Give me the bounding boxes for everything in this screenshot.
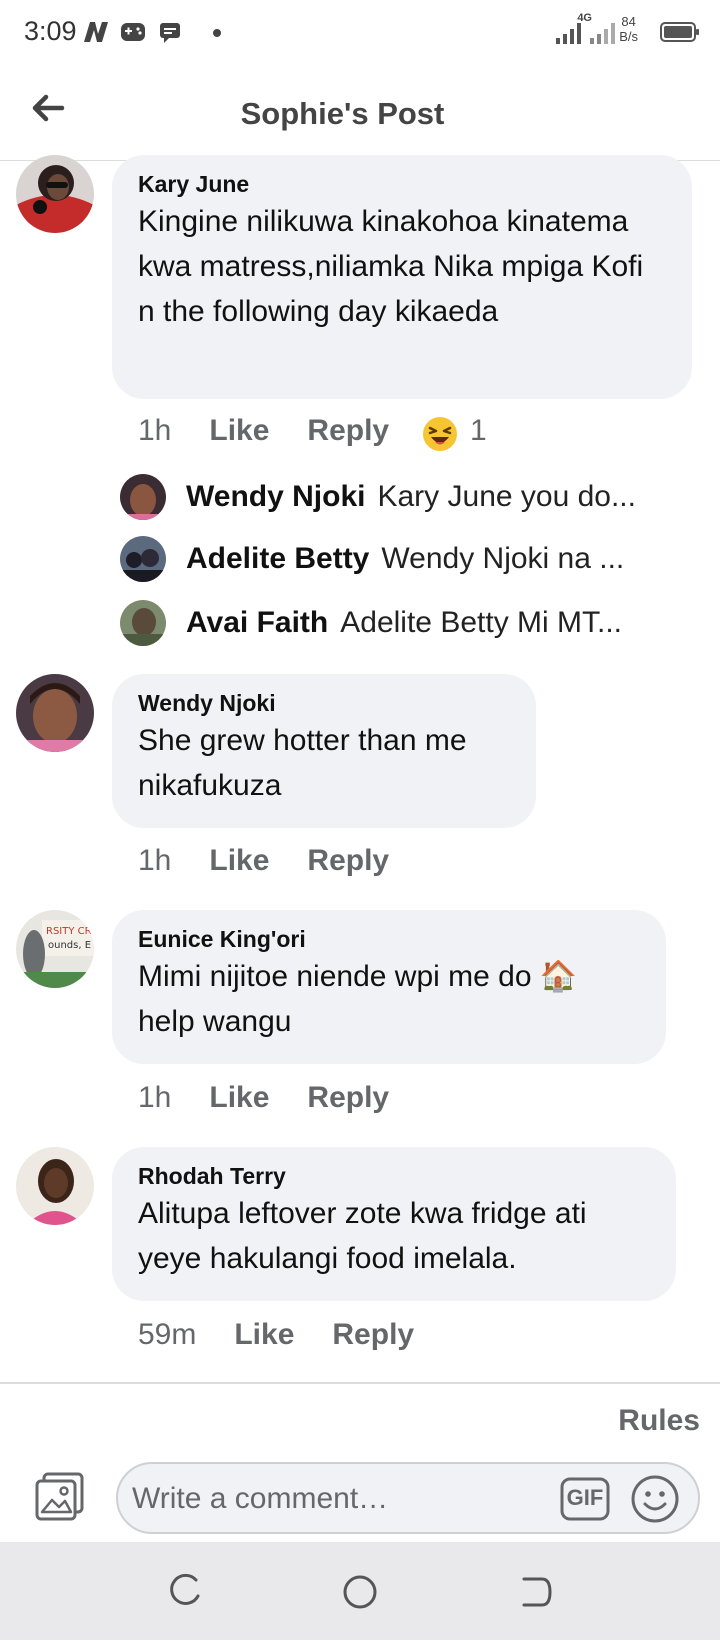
- battery-icon: [660, 22, 699, 42]
- home-icon[interactable]: [338, 1570, 382, 1614]
- comment-time: 1h: [138, 414, 172, 447]
- comment-bubble[interactable]: Eunice King'ori Mimi nijitoe niende wpi …: [112, 910, 666, 1064]
- reply-author: Wendy Njoki: [186, 480, 366, 513]
- avatar[interactable]: [16, 1147, 94, 1225]
- network-speed: 84 B/s: [619, 14, 638, 44]
- reply-preview[interactable]: Avai Faith Adelite Betty Mi MT...: [120, 600, 680, 648]
- gif-label: GIF: [566, 1485, 604, 1510]
- like-button[interactable]: Like: [234, 1318, 294, 1351]
- comment-text: Alitupa leftover zote kwa fridge ati yey…: [138, 1197, 587, 1275]
- signal-secondary-icon: [590, 23, 615, 44]
- divider: [0, 1382, 720, 1384]
- like-button[interactable]: Like: [209, 1081, 269, 1114]
- avatar[interactable]: [16, 674, 94, 752]
- avatar: [120, 600, 166, 646]
- post-header: Sophie's Post: [0, 66, 720, 161]
- comment-text: Kingine nilikuwa kinakohoa kinatema kwa …: [138, 205, 644, 328]
- gif-button[interactable]: GIF: [560, 1477, 610, 1521]
- rules-link[interactable]: Rules: [618, 1404, 700, 1438]
- reply-preview[interactable]: Adelite Betty Wendy Njoki na ...: [120, 536, 680, 584]
- comment-actions: 59m Like Reply: [138, 1318, 414, 1352]
- comment-author[interactable]: Kary June: [138, 169, 666, 199]
- like-button[interactable]: Like: [209, 414, 269, 447]
- gamepad-icon: [121, 23, 145, 41]
- reply-author: Adelite Betty: [186, 542, 370, 575]
- reply-text: Adelite Betty Mi MT...: [340, 606, 623, 639]
- comment-time: 59m: [138, 1318, 197, 1351]
- system-nav-bar: [0, 1542, 720, 1640]
- comment-author[interactable]: Rhodah Terry: [138, 1161, 650, 1191]
- message-icon: [160, 23, 180, 43]
- avatar[interactable]: [16, 155, 94, 233]
- status-bar: 3:09 4G 84 B/s: [0, 0, 720, 66]
- smiley-icon[interactable]: [630, 1474, 680, 1524]
- comment-time: 1h: [138, 844, 172, 877]
- laughing-emoji-icon: [423, 417, 457, 451]
- comment-bubble[interactable]: Wendy Njoki She grew hotter than me nika…: [112, 674, 536, 828]
- status-time: 3:09: [24, 16, 77, 46]
- comment-text: She grew hotter than me nikafukuza: [138, 724, 467, 802]
- recent-apps-icon[interactable]: [162, 1570, 206, 1614]
- signal-icon: [556, 23, 581, 44]
- n-app-icon: [84, 22, 108, 42]
- comment-composer[interactable]: GIF: [116, 1462, 700, 1534]
- back-nav-icon[interactable]: [514, 1570, 558, 1614]
- comment-actions: 1h Like Reply: [138, 1081, 389, 1115]
- reply-author: Avai Faith: [186, 606, 329, 639]
- avatar: [120, 474, 166, 520]
- comment-text: Mimi nijitoe niende wpi me do 🏠 help wan…: [138, 960, 578, 1038]
- like-button[interactable]: Like: [209, 844, 269, 877]
- svg-text:RSITY CR: RSITY CR: [46, 926, 92, 937]
- comment-input[interactable]: [132, 1478, 522, 1520]
- comment-actions: 1h Like Reply: [138, 414, 389, 448]
- reaction-count: 1: [470, 414, 487, 447]
- comment-bubble[interactable]: Kary June Kingine nilikuwa kinakohoa kin…: [112, 155, 692, 399]
- reply-button[interactable]: Reply: [307, 844, 389, 877]
- comment-time: 1h: [138, 1081, 172, 1114]
- reply-button[interactable]: Reply: [307, 1081, 389, 1114]
- comment-actions: 1h Like Reply: [138, 844, 389, 878]
- photo-icon[interactable]: [34, 1470, 86, 1522]
- svg-text:ounds, E: ounds, E: [48, 940, 91, 951]
- page-title: Sophie's Post: [240, 96, 445, 131]
- dot-icon: [213, 29, 221, 37]
- avatar[interactable]: RSITY CR ounds, E: [16, 910, 94, 988]
- reply-button[interactable]: Reply: [332, 1318, 414, 1351]
- comment-author[interactable]: Wendy Njoki: [138, 688, 510, 718]
- reply-text: Wendy Njoki na ...: [381, 542, 625, 575]
- reply-button[interactable]: Reply: [307, 414, 389, 447]
- avatar: [120, 536, 166, 582]
- reply-preview[interactable]: Wendy Njoki Kary June you do...: [120, 474, 680, 522]
- reply-text: Kary June you do...: [377, 480, 636, 513]
- comment-bubble[interactable]: Rhodah Terry Alitupa leftover zote kwa f…: [112, 1147, 676, 1301]
- comment-author[interactable]: Eunice King'ori: [138, 924, 640, 954]
